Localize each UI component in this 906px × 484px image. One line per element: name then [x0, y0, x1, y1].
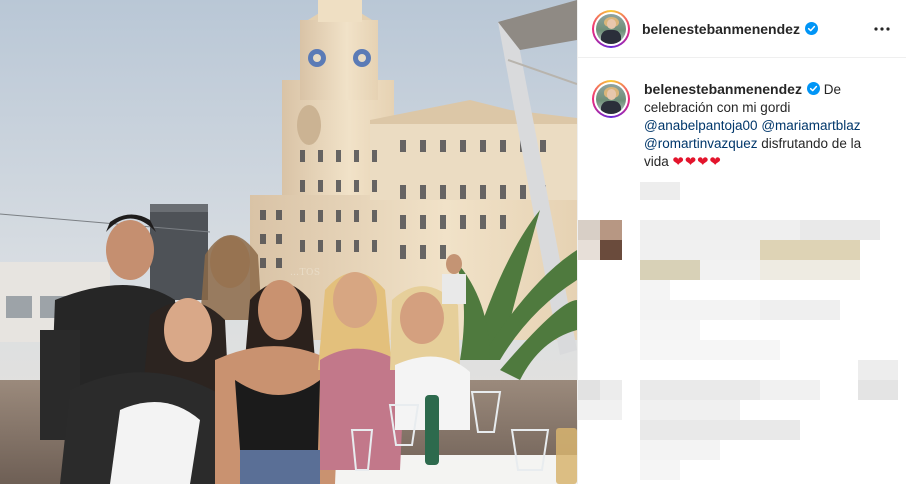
- caption-avatar[interactable]: [592, 80, 630, 118]
- caption-text: belenestebanmenendez De celebración con …: [644, 80, 884, 171]
- instagram-post: …TOS belenestebanmenendez belenestebanme…: [0, 0, 906, 484]
- post-photo[interactable]: …TOS: [0, 0, 577, 484]
- more-options-icon[interactable]: [870, 17, 894, 41]
- mention-link[interactable]: @anabelpantoja00: [644, 118, 758, 133]
- mention-link[interactable]: @mariamartblaz: [761, 118, 860, 133]
- verified-badge-icon: [804, 22, 818, 35]
- mention-link[interactable]: @romartinvazquez: [644, 136, 758, 151]
- photo-scene: [0, 0, 577, 484]
- post-header: belenestebanmenendez: [578, 0, 906, 58]
- author-avatar[interactable]: [592, 9, 630, 48]
- verified-badge-icon: [806, 82, 820, 95]
- hotel-sign-text: …TOS: [290, 268, 321, 278]
- hearts-emoji: ❤❤❤❤: [672, 154, 722, 169]
- author-username[interactable]: belenestebanmenendez: [642, 21, 800, 37]
- pixelated-comments: [578, 180, 906, 484]
- post-sidebar: belenestebanmenendez belenestebanmenende…: [577, 0, 906, 484]
- post-caption: belenestebanmenendez De celebración con …: [578, 58, 906, 171]
- caption-username[interactable]: belenestebanmenendez: [644, 81, 802, 97]
